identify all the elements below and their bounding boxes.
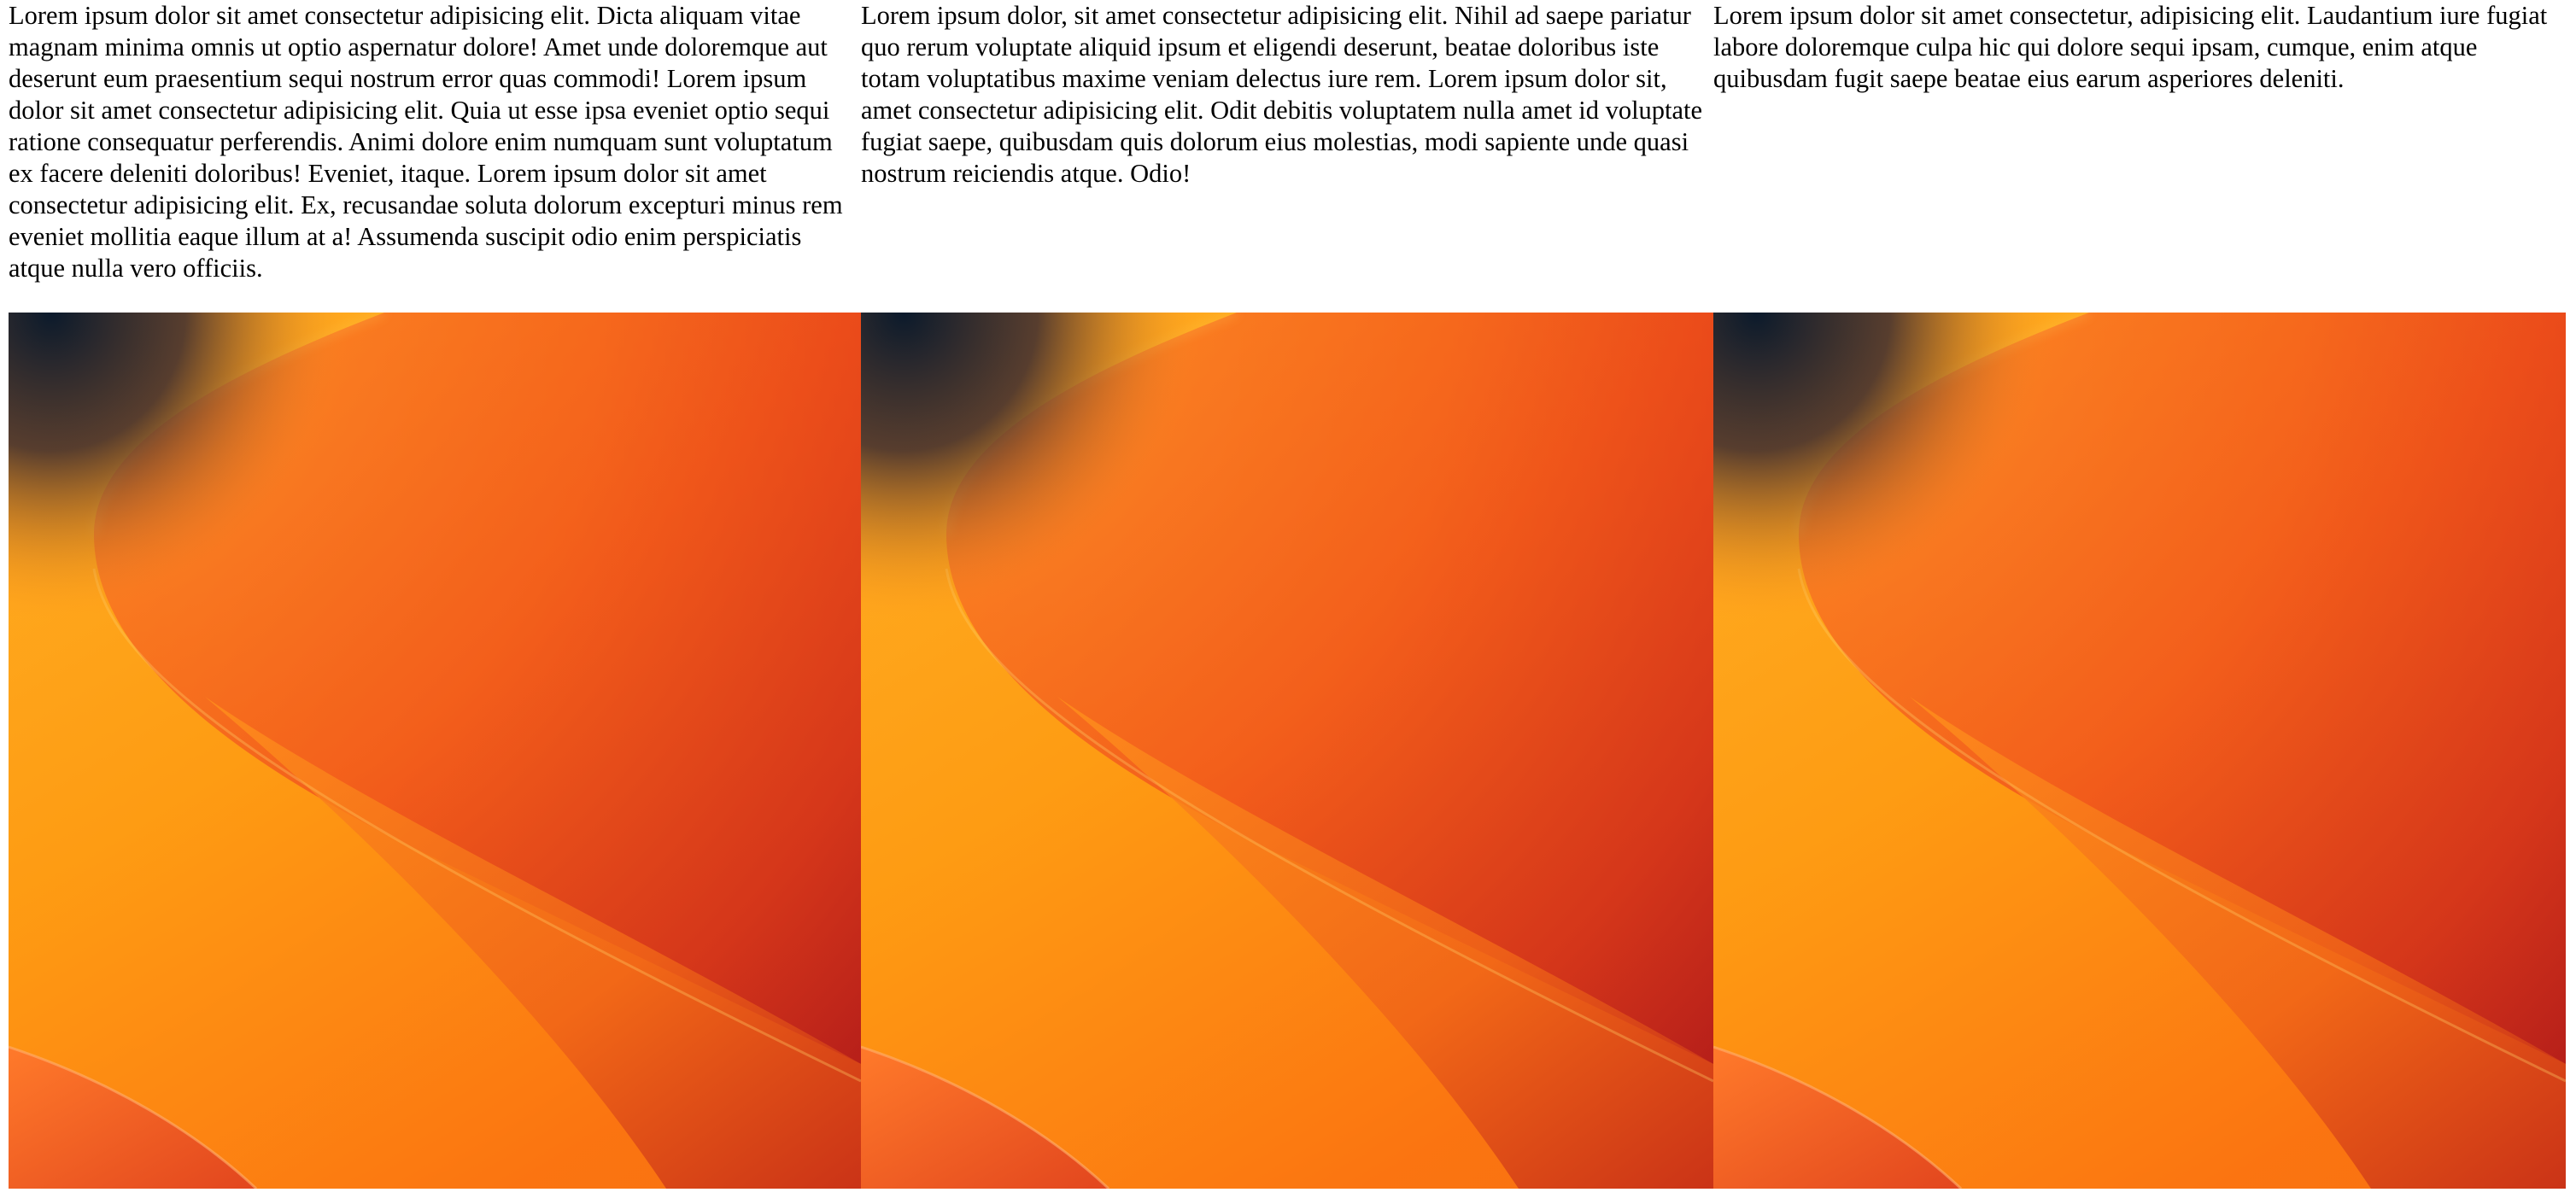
column-3-wallpaper-image	[1713, 313, 2566, 1189]
wallpaper-image	[9, 313, 861, 1189]
column-3: Lorem ipsum dolor sit amet consectetur, …	[1713, 0, 2566, 1189]
column-1: Lorem ipsum dolor sit amet consectetur a…	[9, 0, 861, 1189]
column-2-wallpaper-image	[861, 313, 1713, 1189]
wallpaper-image	[1713, 313, 2566, 1189]
column-2-text: Lorem ipsum dolor, sit amet consectetur …	[861, 1, 1703, 188]
column-1-text: Lorem ipsum dolor sit amet consectetur a…	[9, 1, 843, 283]
three-column-layout: Lorem ipsum dolor sit amet consectetur a…	[9, 0, 2567, 1189]
column-2: Lorem ipsum dolor, sit amet consectetur …	[861, 0, 1713, 1189]
wallpaper-image	[861, 313, 1713, 1189]
column-1-wallpaper-image	[9, 313, 861, 1189]
column-3-text: Lorem ipsum dolor sit amet consectetur, …	[1713, 1, 2548, 93]
